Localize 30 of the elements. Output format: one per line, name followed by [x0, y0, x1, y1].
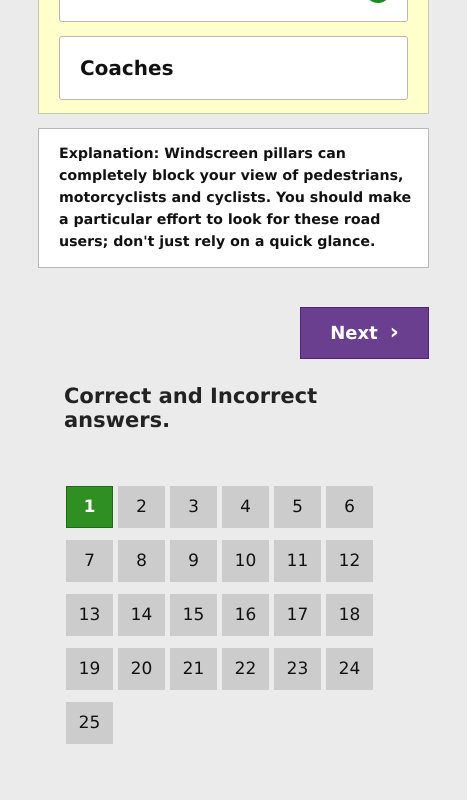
next-button[interactable]: Next ›	[300, 307, 429, 359]
question-number-button[interactable]: 6	[326, 486, 373, 528]
question-number-button[interactable]: 9	[170, 540, 217, 582]
answer-option[interactable]: Coaches	[59, 36, 408, 100]
question-number-button[interactable]: 22	[222, 648, 269, 690]
answer-option[interactable]	[59, 0, 408, 22]
question-number-button[interactable]: 12	[326, 540, 373, 582]
question-number-button[interactable]: 3	[170, 486, 217, 528]
question-number-button[interactable]: 23	[274, 648, 321, 690]
question-number-button[interactable]: 24	[326, 648, 373, 690]
results-heading: Correct and Incorrect answers.	[64, 384, 318, 432]
question-number-button[interactable]: 10	[222, 540, 269, 582]
question-number-button[interactable]: 5	[274, 486, 321, 528]
explanation-text: Explanation: Windscreen pillars can completely block your view of pedestrians, motorcyclists and cyclists. You should make a particular effort to look for these road users; don't just rely on a quick glance.	[38, 128, 429, 268]
question-number-button[interactable]: 14	[118, 594, 165, 636]
question-number-button[interactable]: 7	[66, 540, 113, 582]
question-number-button[interactable]: 20	[118, 648, 165, 690]
question-number-button[interactable]: 16	[222, 594, 269, 636]
question-number-button[interactable]: 18	[326, 594, 373, 636]
question-number-button[interactable]: 25	[66, 702, 113, 744]
question-number-button[interactable]: 1	[66, 486, 113, 528]
question-number-button[interactable]: 8	[118, 540, 165, 582]
question-number-button[interactable]: 15	[170, 594, 217, 636]
question-number-button[interactable]: 11	[274, 540, 321, 582]
question-number-button[interactable]: 17	[274, 594, 321, 636]
question-number-button[interactable]: 13	[66, 594, 113, 636]
question-number-button[interactable]: 2	[118, 486, 165, 528]
question-number-button[interactable]: 19	[66, 648, 113, 690]
question-number-button[interactable]: 4	[222, 486, 269, 528]
question-number-button[interactable]: 21	[170, 648, 217, 690]
